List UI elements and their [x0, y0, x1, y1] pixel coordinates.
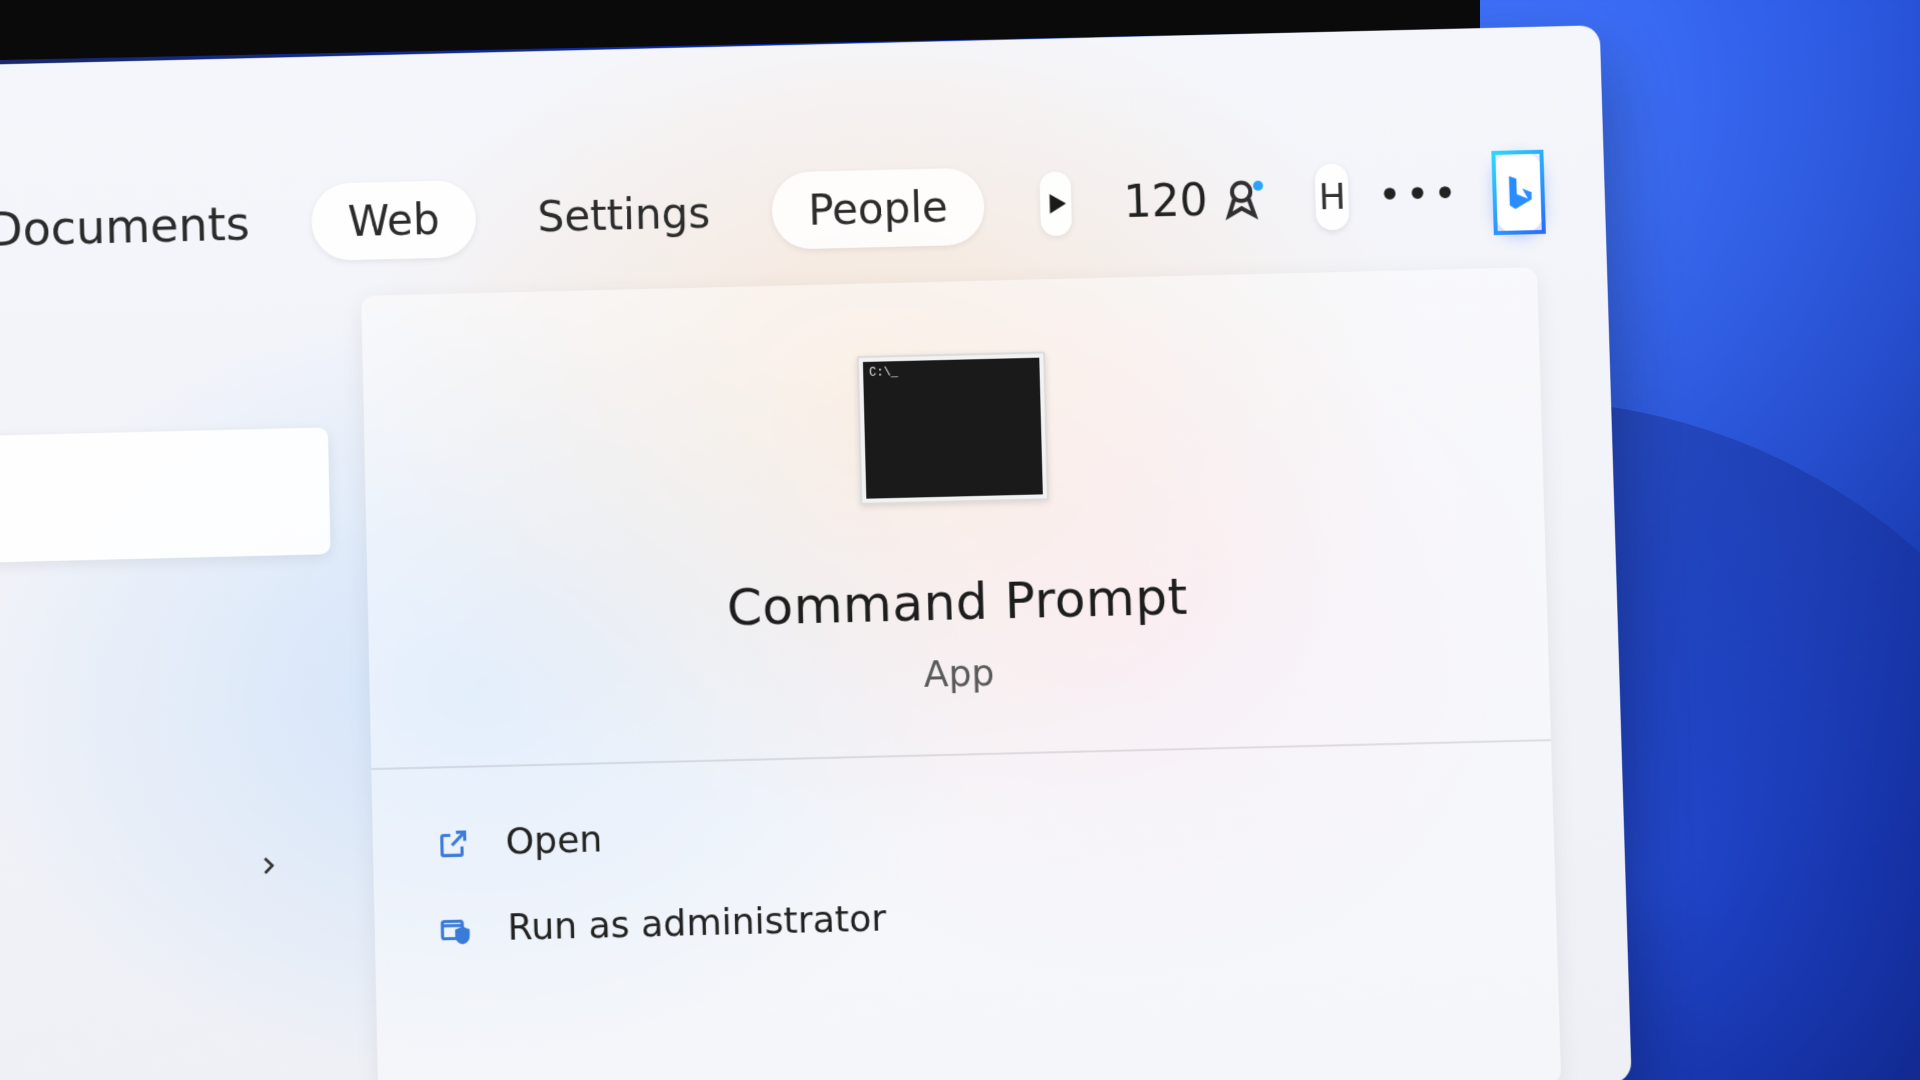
more-options-button[interactable]: •••	[1386, 161, 1454, 229]
preview-header: Command Prompt App	[361, 267, 1551, 770]
bing-icon	[1496, 170, 1541, 215]
terminal-icon	[863, 358, 1043, 499]
search-filter-tabs: Documents Web Settings People 120 H •••	[0, 25, 1606, 285]
admin-shield-icon	[435, 909, 476, 950]
more-filters-play-icon[interactable]	[1039, 171, 1072, 236]
section-expand-chevron-2[interactable]	[244, 1060, 302, 1080]
ellipsis-icon: •••	[1377, 171, 1461, 219]
bing-chat-button[interactable]	[1491, 150, 1546, 235]
windows-search-panel: Documents Web Settings People 120 H •••	[0, 25, 1632, 1080]
tab-documents[interactable]: Documents	[0, 181, 287, 271]
best-match-result-card[interactable]	[0, 427, 331, 563]
preview-action-list: Open Run as administrator	[371, 741, 1558, 1007]
tab-people[interactable]: People	[771, 167, 985, 249]
command-prompt-app-icon	[857, 352, 1049, 505]
preview-title: Command Prompt	[726, 567, 1188, 637]
user-avatar[interactable]: H	[1315, 164, 1350, 231]
chevron-right-icon	[257, 855, 280, 878]
result-preview-pane: Command Prompt App Open	[361, 267, 1561, 1080]
rewards-points[interactable]: 120	[1123, 173, 1264, 228]
action-run-admin-label: Run as administrator	[507, 898, 886, 949]
preview-subtitle: App	[923, 653, 995, 696]
action-run-as-administrator[interactable]: Run as administrator	[424, 865, 1506, 970]
rewards-points-value: 120	[1123, 174, 1208, 227]
tab-settings[interactable]: Settings	[501, 173, 747, 256]
action-open-label: Open	[505, 819, 603, 863]
search-results-body: Command Prompt App Open	[0, 245, 1632, 1080]
action-open[interactable]: Open	[422, 779, 1504, 883]
section-expand-chevron[interactable]	[240, 838, 297, 894]
search-results-left-column	[0, 297, 342, 1080]
open-external-icon	[433, 823, 474, 864]
tab-web[interactable]: Web	[311, 179, 476, 260]
